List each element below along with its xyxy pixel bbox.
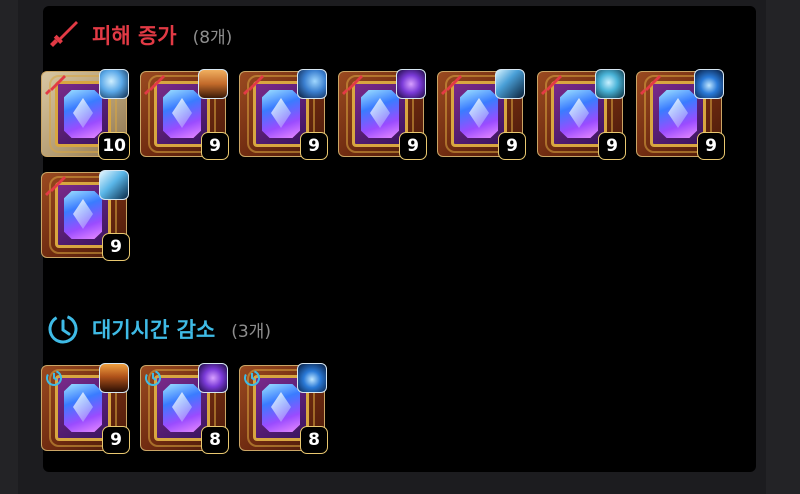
gem-level-badge: 8 <box>201 426 229 454</box>
gem-slot[interactable]: 9 <box>239 69 328 160</box>
gem-icon <box>163 384 201 432</box>
sword-icon <box>50 21 78 47</box>
gem-slot[interactable]: 9 <box>41 170 130 261</box>
gem-icon <box>262 384 300 432</box>
left-rail <box>0 0 18 494</box>
gem-slot[interactable]: 8 <box>239 363 328 454</box>
gem-slot[interactable]: 8 <box>140 363 229 454</box>
sword-icon <box>640 75 661 95</box>
ice-slash-icon <box>99 170 129 200</box>
gem-slot[interactable]: 10 <box>41 69 130 160</box>
gem-level-badge: 9 <box>598 132 626 160</box>
gem-level-badge: 9 <box>201 132 229 160</box>
gem-level-badge: 9 <box>697 132 725 160</box>
damage-increase-header: 피해 증가 (8개) <box>46 18 232 52</box>
gem-slot[interactable]: 9 <box>437 69 526 160</box>
gem-icon <box>64 384 102 432</box>
right-rail <box>766 0 800 494</box>
section-count: (3개) <box>231 321 271 342</box>
water-wave-icon <box>99 69 129 99</box>
gem-icon <box>460 90 498 138</box>
sword-icon <box>45 176 66 196</box>
gem-slot[interactable]: 9 <box>338 69 427 160</box>
sword-icon <box>144 75 165 95</box>
gem-level-badge: 9 <box>102 426 130 454</box>
cyan-swirl-icon <box>595 69 625 99</box>
gem-icon <box>659 90 697 138</box>
sword-icon <box>243 75 264 95</box>
gem-level-badge: 9 <box>300 132 328 160</box>
gem-slot[interactable]: 9 <box>140 69 229 160</box>
gem-slot[interactable]: 9 <box>636 69 725 160</box>
section-title: 피해 증가 <box>92 24 177 48</box>
gem-icon <box>262 90 300 138</box>
gem-icon <box>64 191 102 239</box>
gem-slot[interactable]: 9 <box>41 363 130 454</box>
gem-level-badge: 9 <box>102 233 130 261</box>
sword-icon <box>45 75 66 95</box>
sword-icon <box>541 75 562 95</box>
sword-icon <box>441 75 462 95</box>
gem-level-badge: 8 <box>300 426 328 454</box>
gem-level-badge: 9 <box>399 132 427 160</box>
sword-icon <box>342 75 363 95</box>
clock-icon <box>244 370 260 386</box>
cooldown-reduction-header: 대기시간 감소 (3개) <box>46 312 271 346</box>
lightning-strike-icon <box>495 69 525 99</box>
blue-burst-icon <box>297 363 327 393</box>
warrior-figure-icon <box>99 363 129 393</box>
clock-icon <box>145 370 161 386</box>
gem-icon <box>64 90 102 138</box>
gem-level-badge: 9 <box>498 132 526 160</box>
purple-orb-icon <box>396 69 426 99</box>
gem-slot[interactable]: 9 <box>537 69 626 160</box>
fire-pillar-icon <box>198 69 228 99</box>
section-title: 대기시간 감소 <box>92 318 216 342</box>
gem-icon <box>560 90 598 138</box>
clock-icon <box>46 370 62 386</box>
gem-level-badge: 10 <box>98 132 130 160</box>
purple-orb-icon <box>198 363 228 393</box>
gem-icon <box>361 90 399 138</box>
clock-icon <box>48 314 78 344</box>
section-count: (8개) <box>192 27 233 48</box>
blue-burst-icon <box>694 69 724 99</box>
blue-crescent-icon <box>297 69 327 99</box>
gem-icon <box>163 90 201 138</box>
